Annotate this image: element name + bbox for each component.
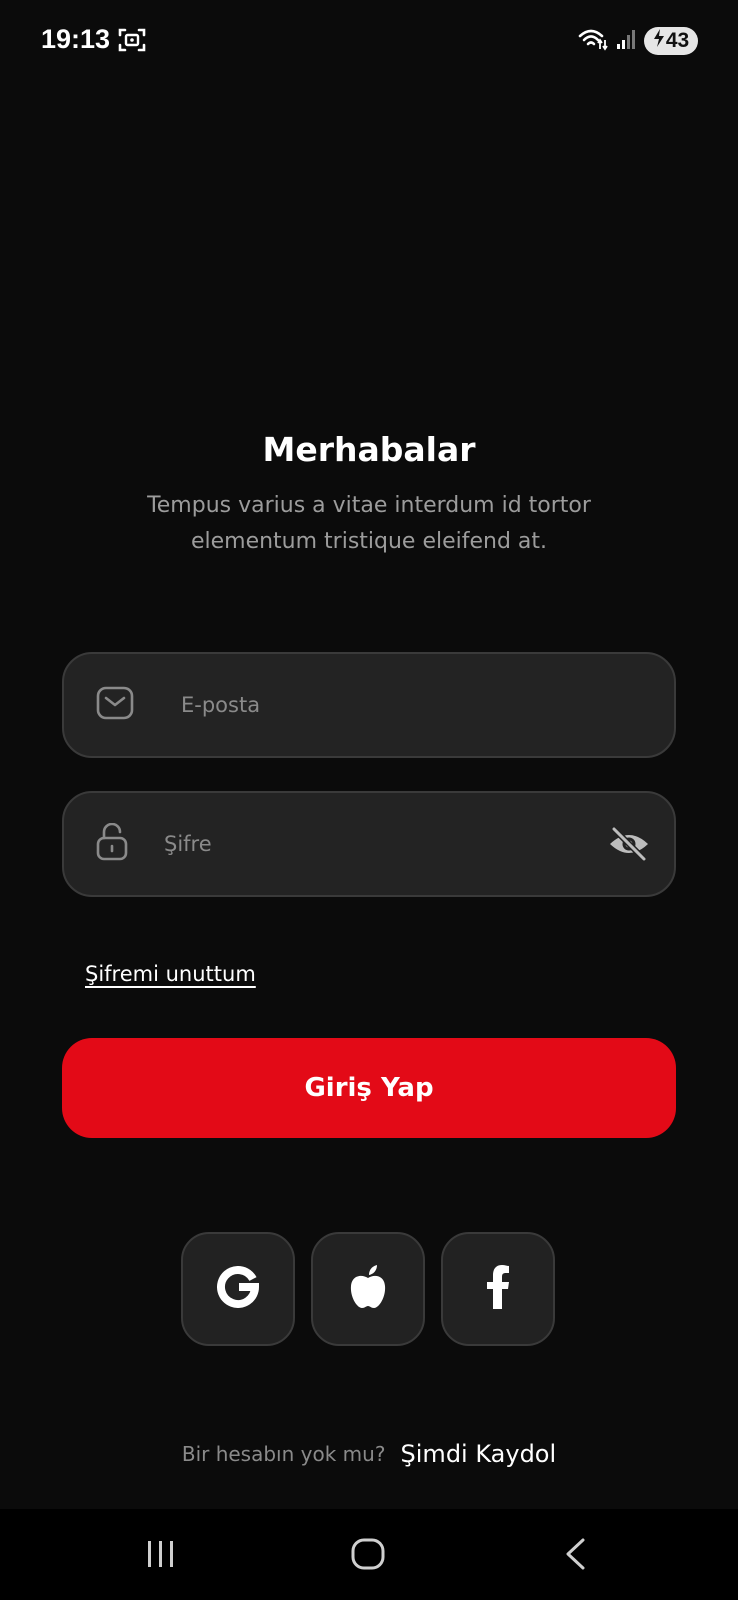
signup-link[interactable]: Şimdi Kaydol: [401, 1440, 557, 1468]
facebook-login-button[interactable]: [441, 1232, 555, 1346]
back-icon[interactable]: [545, 1529, 605, 1579]
forgot-password-link[interactable]: Şifremi unuttum: [85, 962, 256, 986]
google-login-button[interactable]: [181, 1232, 295, 1346]
google-icon: [217, 1266, 260, 1312]
battery-level: 43: [665, 29, 690, 52]
apple-icon: [348, 1264, 388, 1314]
home-icon[interactable]: [338, 1529, 398, 1579]
unlock-icon: [96, 822, 128, 865]
battery-indicator: 43: [644, 27, 698, 55]
mail-icon: [96, 686, 134, 724]
page-subtitle: Tempus varius a vitae interdum id tortor…: [147, 493, 591, 554]
screenshot-icon: [118, 27, 146, 53]
login-button[interactable]: Giriş Yap: [62, 1038, 676, 1138]
password-field[interactable]: [62, 791, 676, 897]
status-bar: 19:13 43: [0, 0, 738, 80]
password-input[interactable]: [162, 823, 586, 865]
email-field[interactable]: [62, 652, 676, 758]
facebook-icon: [485, 1265, 511, 1313]
email-input[interactable]: [179, 684, 643, 726]
status-icons: 43: [578, 26, 698, 56]
navigation-bar: [0, 1509, 738, 1600]
signal-icon: [616, 28, 636, 54]
recents-icon[interactable]: [131, 1529, 191, 1579]
signup-prompt: Bir hesabın yok mu? Şimdi Kaydol: [0, 1440, 738, 1468]
social-login-row: [181, 1232, 555, 1346]
apple-login-button[interactable]: [311, 1232, 425, 1346]
page-title: Merhabalar: [262, 430, 476, 469]
wifi-icon: [578, 27, 608, 55]
signup-question: Bir hesabın yok mu?: [181, 1442, 386, 1466]
charging-icon: [653, 29, 665, 53]
status-time: 19:13: [41, 24, 111, 54]
login-screen: 19:13 43 Merhabalar Tempus varius a vita…: [0, 0, 738, 1600]
eye-off-icon[interactable]: [606, 824, 652, 864]
